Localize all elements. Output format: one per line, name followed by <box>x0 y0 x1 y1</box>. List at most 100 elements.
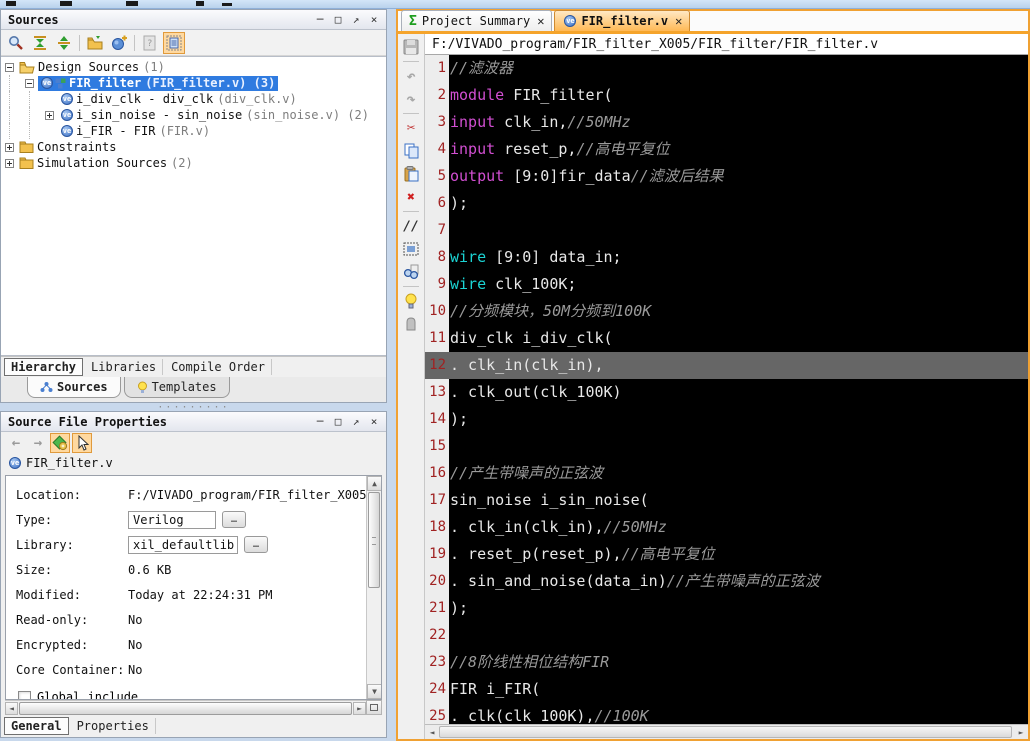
tab-libraries[interactable]: Libraries <box>85 359 163 375</box>
tree-item-body[interactable]: Simulation Sources(2) <box>18 156 196 171</box>
float-icon[interactable]: ↗ <box>348 13 364 27</box>
maximize-icon[interactable]: □ <box>330 13 346 27</box>
tab-hierarchy[interactable]: Hierarchy <box>4 358 83 376</box>
find-in-file-button[interactable] <box>401 262 421 282</box>
float-icon[interactable]: ↗ <box>348 415 364 429</box>
code-line[interactable]: 6); <box>425 190 1028 217</box>
code-line[interactable]: 15 <box>425 433 1028 460</box>
save-button[interactable] <box>401 37 421 57</box>
paste-button[interactable] <box>401 164 421 184</box>
code-line[interactable]: 18. clk_in(clk_in),//50MHz <box>425 514 1028 541</box>
code-line[interactable]: 20. sin_and_noise(data_in)//产生带噪声的正弦波 <box>425 568 1028 595</box>
tree-item-body[interactable]: Constraints <box>18 140 119 155</box>
browse-button[interactable]: … <box>244 536 268 553</box>
delete-button[interactable]: ✖ <box>401 187 421 207</box>
tab-properties[interactable]: Properties <box>71 718 156 734</box>
scroll-left-icon[interactable]: ◄ <box>425 728 439 737</box>
tree-item[interactable]: vei_div_clk - div_clk(div_clk.v) <box>1 91 386 107</box>
code-line[interactable]: 25. clk(clk_100K),//100K <box>425 703 1028 724</box>
expand-icon[interactable] <box>5 143 14 152</box>
lightbulb-button[interactable] <box>401 291 421 311</box>
code-line[interactable]: 19. reset_p(reset_p),//高电平复位 <box>425 541 1028 568</box>
editor-tab-project-summary[interactable]: ΣProject Summary✕ <box>401 10 552 31</box>
tree-item-body[interactable]: vei_sin_noise - sin_noise(sin_noise.v) (… <box>58 108 372 123</box>
minimize-icon[interactable]: ─ <box>312 415 328 429</box>
code-line[interactable]: 2module FIR_filter( <box>425 82 1028 109</box>
editor-horizontal-scrollbar[interactable]: ◄ ► <box>425 724 1028 739</box>
maximize-icon[interactable]: □ <box>330 415 346 429</box>
tab-compile-order[interactable]: Compile Order <box>165 359 272 375</box>
code-line[interactable]: 8wire [9:0] data_in; <box>425 244 1028 271</box>
scrollbar-thumb[interactable] <box>19 702 352 715</box>
tree-item-body[interactable]: vei_div_clk - div_clk(div_clk.v) <box>58 92 300 107</box>
property-field[interactable]: Verilog <box>128 511 216 529</box>
open-folder-button[interactable] <box>84 32 106 54</box>
global-include-checkbox[interactable] <box>18 691 31 701</box>
collapse-icon[interactable] <box>5 63 14 72</box>
scrollbar-thumb[interactable] <box>368 492 380 588</box>
expand-corner-button[interactable] <box>366 700 382 715</box>
code-line[interactable]: 13. clk_out(clk_100K) <box>425 379 1028 406</box>
tree-item[interactable]: Simulation Sources(2) <box>1 155 386 171</box>
code-line[interactable]: 17sin_noise i_sin_noise( <box>425 487 1028 514</box>
code-line[interactable]: 9wire clk_100K; <box>425 271 1028 298</box>
code-line[interactable]: 21); <box>425 595 1028 622</box>
collapse-icon[interactable] <box>25 79 34 88</box>
expand-icon[interactable] <box>5 159 14 168</box>
code-line[interactable]: 22 <box>425 622 1028 649</box>
edit-properties-button[interactable] <box>50 433 70 453</box>
code-line[interactable]: 24FIR i_FIR( <box>425 676 1028 703</box>
back-arrow-button[interactable]: ← <box>6 433 26 453</box>
code-line[interactable]: 14); <box>425 406 1028 433</box>
scroll-to-source-button[interactable] <box>163 32 185 54</box>
collapse-all-button[interactable] <box>29 32 51 54</box>
tree-item[interactable]: Constraints <box>1 139 386 155</box>
copy-button[interactable] <box>401 141 421 161</box>
minimize-icon[interactable]: ─ <box>312 13 328 27</box>
code-area[interactable]: 1//滤波器2module FIR_filter(3input clk_in,/… <box>425 55 1028 724</box>
toggle-comment-button[interactable]: // <box>401 216 421 236</box>
expand-all-button[interactable] <box>53 32 75 54</box>
code-line[interactable]: 3input clk_in,//50MHz <box>425 109 1028 136</box>
code-line[interactable]: 16//产生带噪声的正弦波 <box>425 460 1028 487</box>
freeze-button[interactable] <box>401 314 421 334</box>
code-line[interactable]: 1//滤波器 <box>425 55 1028 82</box>
scroll-up-icon[interactable]: ▲ <box>367 476 382 491</box>
tree-item[interactable]: Design Sources(1) <box>1 59 386 75</box>
tree-item-body[interactable]: vei_FIR - FIR(FIR.v) <box>58 124 213 139</box>
panel-splitter[interactable]: ········· <box>0 403 387 411</box>
scroll-down-icon[interactable]: ▼ <box>367 684 382 699</box>
code-line[interactable]: 12. clk_in(clk_in), <box>425 352 1028 379</box>
tree-item-body[interactable]: veFIR_filter(FIR_filter.v) (3) <box>38 76 278 91</box>
code-line[interactable]: 5output [9:0]fir_data//滤波后结果 <box>425 163 1028 190</box>
code-line[interactable]: 11div_clk i_div_clk( <box>425 325 1028 352</box>
browse-button[interactable]: … <box>222 511 246 528</box>
block-select-button[interactable] <box>401 239 421 259</box>
code-line[interactable]: 23//8阶线性相位结构FIR <box>425 649 1028 676</box>
scroll-right-icon[interactable]: ► <box>353 702 366 715</box>
tab-general[interactable]: General <box>4 717 69 735</box>
editor-tab-fir-filter-v[interactable]: veFIR_filter.v✕ <box>554 10 690 31</box>
code-line[interactable]: 10//分频模块，50M分频到100K <box>425 298 1028 325</box>
tree-item[interactable]: veFIR_filter(FIR_filter.v) (3) <box>1 75 386 91</box>
close-icon[interactable]: × <box>366 415 382 429</box>
code-line[interactable]: 7 <box>425 217 1028 244</box>
property-field[interactable]: xil_defaultlib <box>128 536 238 554</box>
undo-button[interactable]: ↶ <box>401 66 421 86</box>
expand-icon[interactable] <box>45 111 54 120</box>
close-icon[interactable]: ✕ <box>537 14 544 28</box>
properties-vertical-scrollbar[interactable]: ▲ ▼ <box>366 476 381 699</box>
tab-templates[interactable]: Templates <box>124 377 230 398</box>
close-icon[interactable]: × <box>366 13 382 27</box>
tab-sources[interactable]: Sources <box>27 377 121 398</box>
scrollbar-thumb[interactable] <box>439 726 1012 738</box>
scroll-left-icon[interactable]: ◄ <box>5 702 18 715</box>
properties-horizontal-scrollbar[interactable]: ◄ ► <box>5 700 366 715</box>
scroll-right-icon[interactable]: ► <box>1014 728 1028 737</box>
search-button[interactable] <box>5 32 27 54</box>
redo-button[interactable]: ↷ <box>401 89 421 109</box>
tree-item[interactable]: vei_sin_noise - sin_noise(sin_noise.v) (… <box>1 107 386 123</box>
help-file-button[interactable]: ? <box>139 32 161 54</box>
tree-item[interactable]: vei_FIR - FIR(FIR.v) <box>1 123 386 139</box>
select-cursor-button[interactable] <box>72 433 92 453</box>
